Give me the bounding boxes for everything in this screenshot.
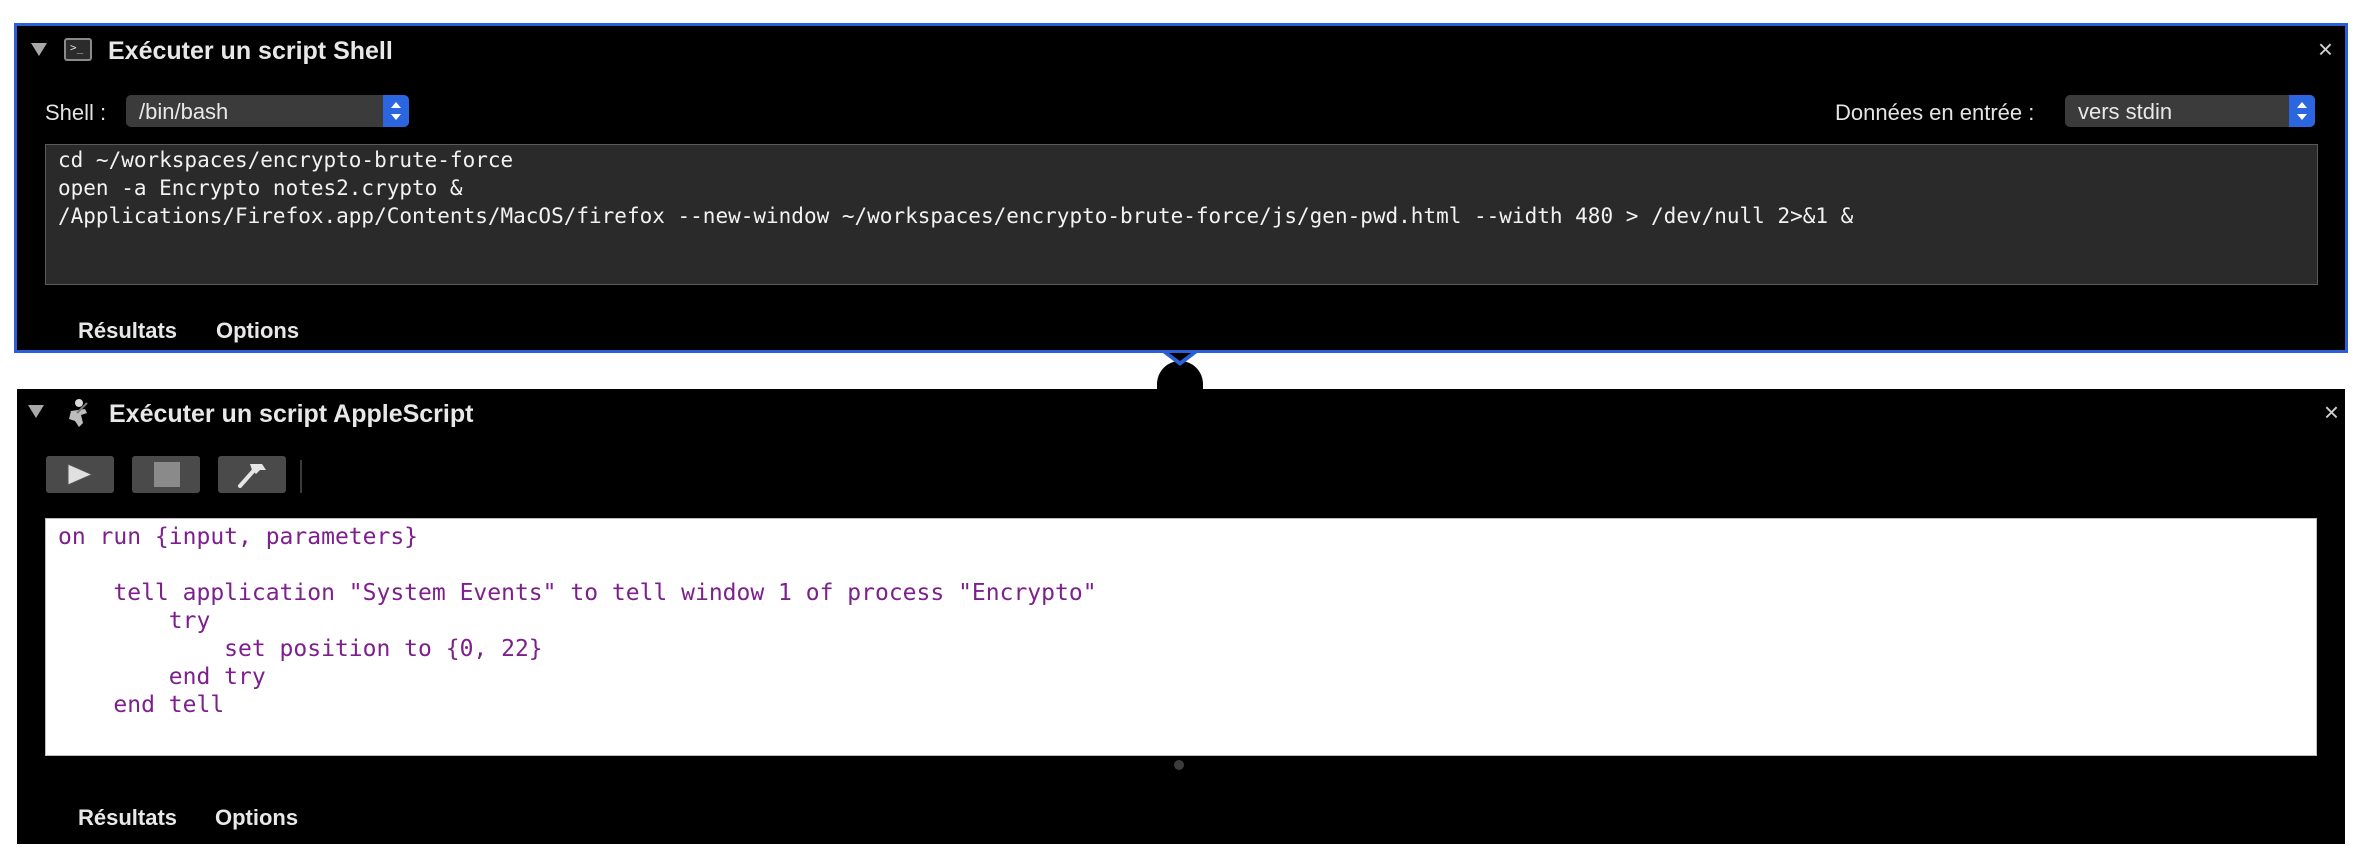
terminal-icon: >_ (64, 38, 92, 61)
shell-select-value: /bin/bash (139, 99, 229, 124)
resize-handle[interactable] (1174, 760, 1184, 770)
disclosure-triangle-icon[interactable] (28, 405, 44, 418)
chevron-updown-icon (2289, 95, 2315, 127)
close-icon[interactable]: × (2324, 397, 2339, 428)
hammer-icon (238, 464, 266, 488)
code-line: end try (58, 664, 266, 690)
chevron-updown-icon (383, 95, 409, 127)
shell-action-title: Exécuter un script Shell (108, 37, 393, 65)
play-icon (67, 463, 94, 486)
run-button[interactable] (46, 456, 114, 493)
results-tab[interactable]: Résultats (78, 318, 177, 344)
results-tab[interactable]: Résultats (78, 805, 177, 831)
applescript-icon (69, 399, 88, 427)
code-line: cd ~/workspaces/encrypto-brute-force (58, 148, 514, 172)
close-icon[interactable]: × (2318, 34, 2333, 65)
code-line: /Applications/Firefox.app/Contents/MacOS… (58, 204, 1854, 228)
shell-label: Shell : (45, 100, 107, 125)
terminal-glyph: >_ (70, 41, 84, 54)
shell-select[interactable]: /bin/bash (126, 95, 409, 127)
toolbar-separator (300, 460, 302, 493)
code-line: on run {input, parameters} (58, 524, 419, 550)
code-line: open -a Encrypto notes2.crypto & (58, 176, 463, 200)
code-line: try (58, 608, 211, 634)
applescript-action-header: Exécuter un script AppleScript × (17, 389, 2345, 439)
disclosure-triangle-icon[interactable] (31, 43, 47, 56)
code-line: end tell (58, 692, 225, 718)
connector-notch-inner (1169, 353, 1191, 361)
shell-code-editor[interactable]: cd ~/workspaces/encrypto-brute-force ope… (45, 144, 2318, 285)
input-data-select-value: vers stdin (2078, 99, 2173, 124)
stop-icon (154, 462, 180, 487)
shell-action-header: >_ Exécuter un script Shell × (17, 26, 2345, 76)
code-line: tell application "System Events" to tell… (58, 580, 1097, 606)
input-data-label: Données en entrée : (1835, 100, 2035, 125)
compile-button[interactable] (218, 456, 286, 493)
input-data-select[interactable]: vers stdin (2065, 95, 2315, 127)
stop-button[interactable] (132, 456, 200, 493)
code-line: set position to {0, 22} (58, 636, 543, 662)
applescript-code-editor[interactable]: on run {input, parameters} tell applicat… (45, 518, 2317, 756)
shell-script-action[interactable]: >_ Exécuter un script Shell × Shell : /b… (14, 23, 2348, 353)
options-tab[interactable]: Options (216, 318, 299, 344)
applescript-action-title: Exécuter un script AppleScript (109, 400, 474, 428)
applescript-action[interactable]: Exécuter un script AppleScript × on run … (17, 389, 2345, 844)
options-tab[interactable]: Options (215, 805, 298, 831)
